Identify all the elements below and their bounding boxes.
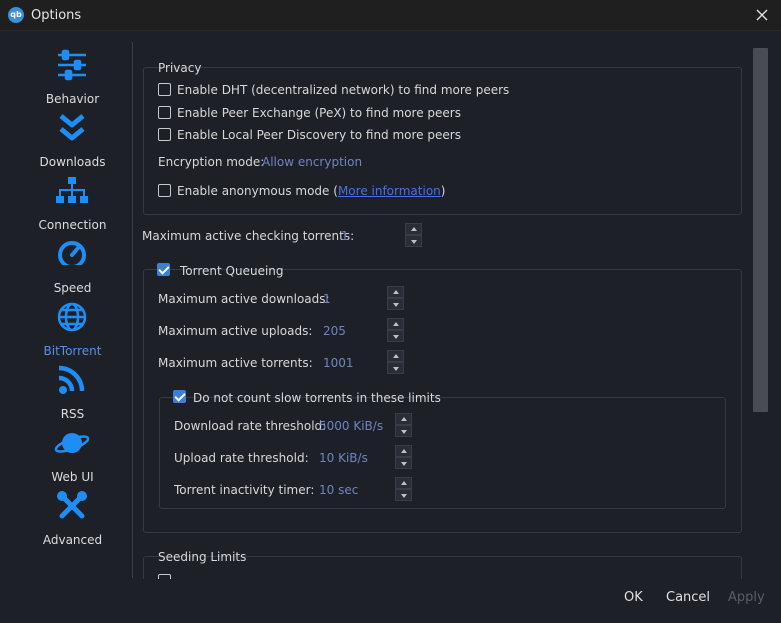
dht-label[interactable]: Enable DHT (decentralized network) to fi… [177,83,509,97]
network-icon [54,175,90,207]
max-downloads-spinner[interactable] [387,286,404,310]
more-information-link[interactable]: More information [338,184,441,198]
max-downloads-label: Maximum active downloads: [158,292,330,306]
lpd-checkbox[interactable] [158,128,171,141]
inactivity-timer-spinner[interactable] [395,477,412,501]
inactivity-timer-label: Torrent inactivity timer: [174,483,315,497]
double-chevron-down-icon [54,112,90,144]
max-torrents-label: Maximum active torrents: [158,356,313,370]
sidebar-item-bittorrent[interactable]: BitTorrent [0,291,133,358]
spin-down-button[interactable] [387,330,404,342]
max-torrents-value[interactable]: 1001 [323,356,354,370]
close-button[interactable] [751,5,773,25]
download-threshold-label: Download rate threshold: [174,419,327,433]
spin-up-button[interactable] [395,477,412,489]
sidebar-item-behavior[interactable]: Behavior [0,39,133,106]
sidebar-item-connection[interactable]: Connection [0,165,133,232]
speedometer-icon [54,238,90,270]
ok-button[interactable]: OK [624,590,643,605]
max-uploads-value[interactable]: 205 [323,324,346,338]
max-uploads-label: Maximum active uploads: [158,324,313,338]
window-title: Options [31,8,82,23]
max-uploads-spinner[interactable] [387,318,404,342]
sidebar-item-webui[interactable]: Web UI [0,417,133,484]
spin-up-button[interactable] [387,286,404,298]
cancel-button[interactable]: Cancel [666,590,710,605]
torrent-queueing-checkbox[interactable] [157,263,170,276]
max-downloads-value[interactable]: 1 [323,292,331,306]
spin-down-button[interactable] [395,489,412,501]
spin-down-button[interactable] [405,235,422,247]
sidebar-item-label: Advanced [42,533,103,547]
planet-icon [54,427,90,459]
anonymous-mode-text: Enable anonymous mode [177,184,330,198]
dht-checkbox[interactable] [158,83,171,96]
upload-threshold-label: Upload rate threshold: [174,451,309,465]
spin-up-button[interactable] [387,318,404,330]
sidebar-item-advanced[interactable]: Advanced [0,480,133,547]
inactivity-timer-value[interactable]: 10 sec [319,483,358,497]
sidebar-item-downloads[interactable]: Downloads [0,102,133,169]
spin-down-button[interactable] [395,425,412,437]
max-checking-label: Maximum active checking torrents: [142,229,355,243]
dialog-footer: OK Cancel Apply [0,579,781,623]
max-torrents-spinner[interactable] [387,350,404,374]
sidebar-item-speed[interactable]: Speed [0,228,133,295]
sidebar: Behavior Downloads Connection Speed BitT… [0,31,133,579]
spin-up-button[interactable] [395,413,412,425]
anonymous-mode-label[interactable]: Enable anonymous mode (More information) [177,184,445,198]
upload-threshold-spinner[interactable] [395,445,412,469]
paren-close: ) [440,184,446,198]
seeding-limits-title: Seeding Limits [158,550,247,564]
globe-icon [54,301,90,333]
scrollbar-thumb[interactable] [753,48,768,412]
spin-up-button[interactable] [395,445,412,457]
download-threshold-spinner[interactable] [395,413,412,437]
spin-up-button[interactable] [387,350,404,362]
slow-torrents-checkbox[interactable] [173,390,186,403]
upload-threshold-value[interactable]: 10 KiB/s [319,451,368,465]
encryption-mode-label: Encryption mode: [158,155,265,169]
spin-down-button[interactable] [395,457,412,469]
encryption-mode-select[interactable]: Allow encryption [262,155,362,169]
sidebar-item-rss[interactable]: RSS [0,354,133,421]
lpd-label[interactable]: Enable Local Peer Discovery to find more… [177,128,461,142]
apply-button[interactable]: Apply [728,590,765,605]
options-content: Privacy Enable DHT (decentralized networ… [133,31,753,579]
privacy-group-title: Privacy [158,61,202,75]
app-logo-icon: qb [8,7,24,23]
anonymous-mode-checkbox[interactable] [158,184,171,197]
tools-icon [54,490,90,522]
spin-up-button[interactable] [405,223,422,235]
sliders-icon [54,49,90,81]
pex-label[interactable]: Enable Peer Exchange (PeX) to find more … [177,106,461,120]
spin-down-button[interactable] [387,298,404,310]
slow-torrents-title[interactable]: Do not count slow torrents in these limi… [193,391,441,405]
pex-checkbox[interactable] [158,106,171,119]
max-checking-value[interactable]: 1 [341,229,349,243]
torrent-queueing-title[interactable]: Torrent Queueing [180,264,284,278]
max-checking-spinner[interactable] [405,223,422,247]
title-bar: qb Options [0,0,781,31]
rss-icon [54,364,90,396]
spin-down-button[interactable] [387,362,404,374]
download-threshold-value[interactable]: 5000 KiB/s [319,419,383,433]
close-icon [756,9,768,21]
